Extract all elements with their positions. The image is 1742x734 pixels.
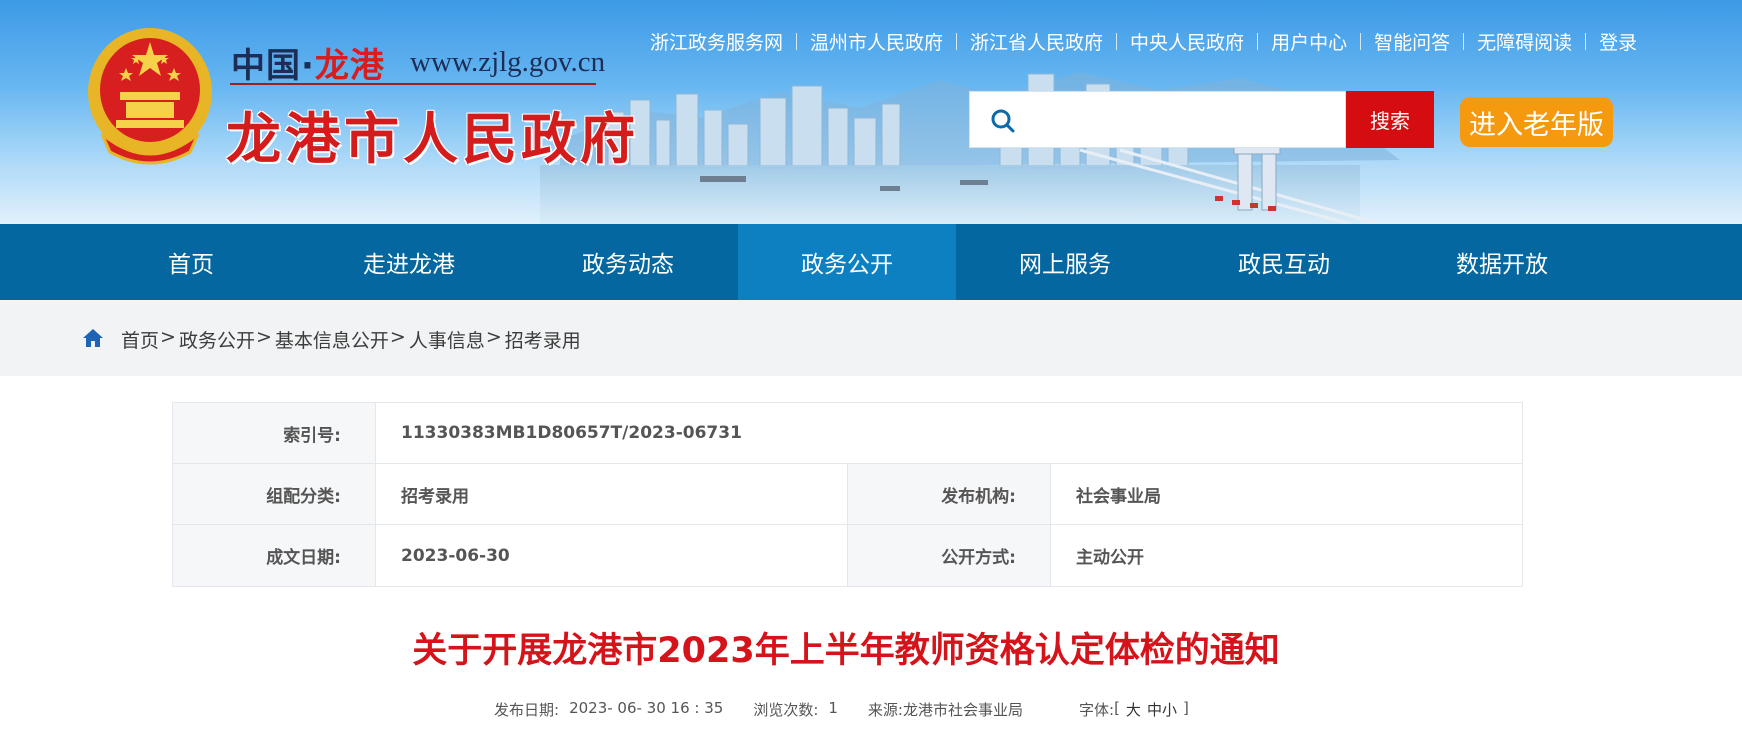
font-size-small[interactable]: 小: [1162, 699, 1177, 720]
nav-interaction[interactable]: 政民互动: [1175, 224, 1393, 300]
meta-row-date: 成文日期: 2023-06-30 公开方式: 主动公开: [173, 525, 1522, 586]
search-box: [969, 91, 1346, 148]
views-label: 浏览次数:: [753, 701, 819, 719]
source-label: 来源:: [867, 701, 903, 719]
breadcrumb-recruitment[interactable]: 招考录用: [505, 326, 581, 353]
meta-value-index: 11330383MB1D80657T/2023-06731: [401, 423, 742, 443]
search-input[interactable]: [1030, 100, 1335, 140]
meta-label-date: 成文日期:: [173, 525, 376, 586]
publish-date-value: 2023- 06- 30 16 : 35: [569, 699, 724, 717]
meta-row-index: 索引号: 11330383MB1D80657T/2023-06731: [173, 403, 1522, 464]
meta-value-mode: 主动公开: [1076, 548, 1144, 568]
top-link-smart-qa[interactable]: 智能问答: [1374, 28, 1450, 55]
search-button[interactable]: 搜索: [1346, 91, 1434, 148]
source-value: 龙港市社会事业局: [902, 701, 1023, 719]
top-link-zhejiang[interactable]: 浙江省人民政府: [970, 28, 1103, 55]
elder-mode-button[interactable]: 进入老年版: [1460, 97, 1613, 147]
top-link-user-center[interactable]: 用户中心: [1271, 28, 1347, 55]
document-meta-table: 索引号: 11330383MB1D80657T/2023-06731 组配分类:…: [172, 402, 1523, 587]
font-size-label: 字体:: [1079, 701, 1115, 719]
top-link-central[interactable]: 中央人民政府: [1130, 28, 1244, 55]
top-links: 浙江政务服务网 温州市人民政府 浙江省人民政府 中央人民政府 用户中心 智能问答…: [650, 28, 1637, 55]
font-size-large[interactable]: 大: [1126, 699, 1141, 720]
breadcrumb: 首页 > 政务公开 > 基本信息公开 > 人事信息 > 招考录用: [121, 326, 581, 353]
article-info: 发布日期: 2023- 06- 30 16 : 35 浏览次数: 1 来源: 龙…: [494, 699, 1189, 720]
site-name-small: 中国·龙港: [231, 38, 385, 87]
main-nav: 首页 走进龙港 政务动态 政务公开 网上服务 政民互动 数据开放: [0, 224, 1742, 300]
meta-label-index: 索引号:: [173, 403, 376, 463]
nav-about-longgang[interactable]: 走进龙港: [300, 224, 518, 300]
top-link-login[interactable]: 登录: [1599, 28, 1637, 55]
site-name-prefix: 中国·: [231, 46, 315, 86]
breadcrumb-separator: >: [485, 326, 502, 348]
national-emblem-logo: [88, 28, 212, 165]
nav-online-services[interactable]: 网上服务: [956, 224, 1174, 300]
font-size-bracket-close: ]: [1182, 699, 1189, 717]
divider: [956, 33, 958, 50]
nav-gov-disclosure[interactable]: 政务公开: [738, 224, 956, 300]
publish-date-label: 发布日期:: [494, 701, 560, 719]
divider: [1116, 33, 1118, 50]
divider: [1463, 33, 1465, 50]
top-link-accessibility[interactable]: 无障碍阅读: [1477, 28, 1572, 55]
meta-row-category: 组配分类: 招考录用 发布机构: 社会事业局: [173, 464, 1522, 525]
meta-value-category: 招考录用: [376, 464, 848, 524]
breadcrumb-home[interactable]: 首页: [121, 326, 159, 353]
divider: [796, 33, 798, 50]
meta-value-publisher: 社会事业局: [1076, 486, 1161, 507]
breadcrumb-personnel-info[interactable]: 人事信息: [409, 326, 485, 353]
meta-value-date: 2023-06-30: [376, 525, 848, 586]
site-title: 龙港市人民政府: [226, 107, 640, 171]
breadcrumb-separator: >: [255, 326, 272, 348]
nav-gov-news[interactable]: 政务动态: [519, 224, 737, 300]
divider: [1257, 33, 1259, 50]
top-link-wenzhou[interactable]: 温州市人民政府: [810, 28, 943, 55]
nav-open-data[interactable]: 数据开放: [1393, 224, 1611, 300]
font-size-medium[interactable]: 中: [1147, 699, 1162, 720]
article-title: 关于开展龙港市2023年上半年教师资格认定体检的通知: [412, 631, 1280, 671]
breadcrumb-separator: >: [160, 326, 176, 348]
site-url: www.zjlg.gov.cn: [410, 46, 606, 78]
meta-label-publisher: 发布机构:: [848, 464, 1051, 524]
home-icon[interactable]: [82, 327, 104, 349]
meta-label-mode: 公开方式:: [848, 525, 1051, 586]
breadcrumb-gov-disclosure[interactable]: 政务公开: [179, 326, 255, 353]
logo-underline: [230, 83, 596, 85]
site-name-region: 龙港: [314, 46, 385, 86]
top-link-zjzwfw[interactable]: 浙江政务服务网: [650, 28, 783, 55]
breadcrumb-basic-info[interactable]: 基本信息公开: [275, 326, 389, 353]
breadcrumb-separator: >: [389, 326, 406, 348]
divider: [1360, 33, 1362, 50]
meta-label-category: 组配分类:: [173, 464, 376, 524]
search-icon[interactable]: [990, 108, 1016, 134]
divider: [1585, 33, 1587, 50]
views-count: 1: [828, 699, 838, 717]
nav-home[interactable]: 首页: [82, 224, 300, 300]
